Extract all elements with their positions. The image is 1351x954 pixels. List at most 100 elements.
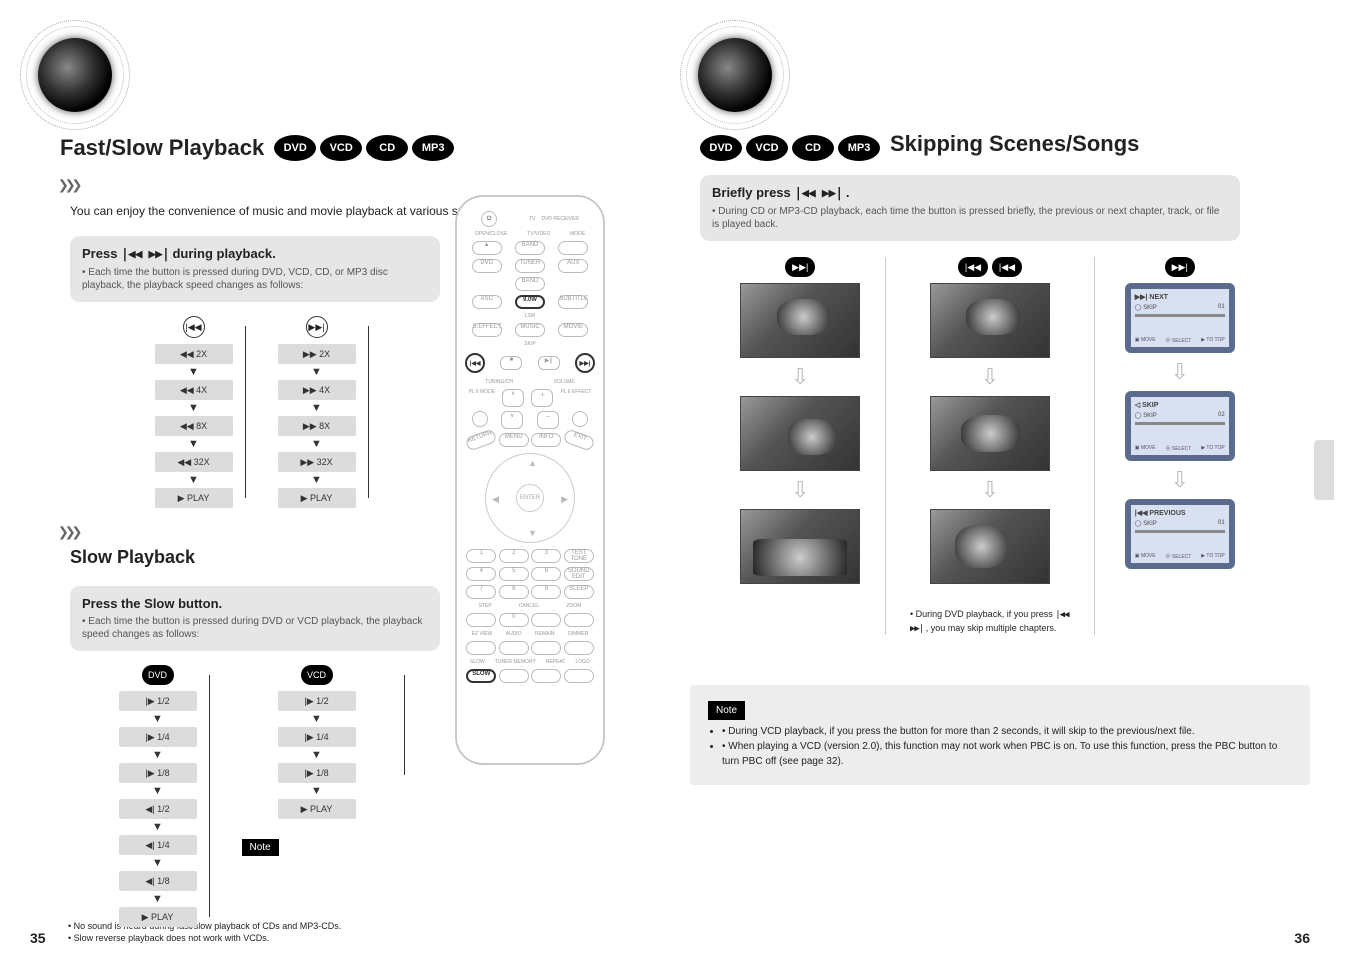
info-button[interactable]: INFO bbox=[531, 433, 561, 447]
mp3-foot: ▶ TO TOP bbox=[1201, 553, 1224, 560]
pl2-effect-button[interactable] bbox=[572, 411, 588, 427]
return-button[interactable]: RETURN bbox=[465, 428, 498, 451]
step-button[interactable] bbox=[466, 613, 496, 627]
slow-button[interactable]: SLOW bbox=[466, 669, 496, 683]
pl2-mode-button[interactable] bbox=[472, 411, 488, 427]
num-5[interactable]: 5 bbox=[499, 567, 529, 581]
state: |▶ 1/4 bbox=[278, 727, 356, 747]
volume-label: VOLUME bbox=[554, 379, 575, 385]
ezview-button[interactable] bbox=[466, 641, 496, 655]
divider bbox=[1094, 257, 1095, 635]
right-note-box: Note • During VCD playback, if you press… bbox=[690, 685, 1310, 785]
playpause-button[interactable]: ▶|| bbox=[538, 356, 560, 370]
desc2-prefix: • During DVD playback, if you press bbox=[910, 609, 1053, 619]
state: ◀◀ 32X bbox=[155, 452, 233, 472]
audio-button[interactable] bbox=[499, 641, 529, 655]
num-2[interactable]: 2 bbox=[499, 549, 529, 563]
mp3-foot: ▣ MOVE bbox=[1135, 553, 1156, 560]
tv-mode-label: TV bbox=[529, 216, 535, 222]
skip-prev-button[interactable]: |◀◀ bbox=[465, 353, 485, 373]
seffect-button[interactable]: S.EFFECT bbox=[472, 323, 502, 337]
rew-icon: |◀◀ bbox=[958, 257, 988, 277]
dpad[interactable]: ENTER ▲ ▼ ◀ ▶ bbox=[485, 453, 575, 543]
skip-section: Briefly press |◀◀ ▶▶| . • During CD or M… bbox=[700, 175, 1240, 635]
note-tag: Note bbox=[242, 839, 279, 856]
page-title: Skipping Scenes/Songs bbox=[890, 131, 1330, 157]
asc-button[interactable]: ASC bbox=[472, 295, 502, 309]
movie-button[interactable]: MOVIE bbox=[558, 323, 588, 337]
testtone-button[interactable]: TEST TONE bbox=[564, 549, 594, 563]
state: ◀◀ 4X bbox=[155, 380, 233, 400]
note-line: • When playing a VCD (version 2.0), this… bbox=[722, 739, 1292, 769]
forward-icon: ▶▶| bbox=[306, 316, 328, 338]
slow-vcd-col: VCD |▶ 1/2▼ |▶ 1/4▼ |▶ 1/8▼ ▶ PLAY Note bbox=[242, 665, 392, 927]
state: ◀| 1/4 bbox=[119, 835, 197, 855]
slow-desc: • Each time the button is pressed during… bbox=[82, 615, 428, 641]
sdsp-button[interactable]: 9.0W bbox=[515, 295, 545, 309]
ezview-label: EZ VIEW bbox=[472, 631, 493, 637]
ch-down-button[interactable]: ∨ bbox=[501, 411, 523, 429]
heading-suffix: . bbox=[846, 185, 850, 200]
state: |▶ 1/2 bbox=[119, 691, 197, 711]
power-icon[interactable]: ⏻ bbox=[481, 211, 497, 227]
state: ▶▶ 8X bbox=[278, 416, 356, 436]
down-arrow-icon: ⇩ bbox=[981, 477, 999, 503]
tuner-memory-button[interactable] bbox=[499, 669, 529, 683]
tvvideo-button[interactable]: BAND bbox=[515, 241, 545, 255]
dvd-button[interactable]: DVD bbox=[472, 259, 502, 273]
remain-button[interactable] bbox=[531, 641, 561, 655]
music-button[interactable]: MUSIC bbox=[515, 323, 545, 337]
skip-columns: ▶▶| ⇩ ⇩ |◀◀ |◀◀ ⇩ ⇩ • During DVD bbox=[740, 257, 1240, 635]
dimmer-button[interactable] bbox=[564, 641, 594, 655]
logo-button[interactable] bbox=[564, 669, 594, 683]
repeat-button[interactable] bbox=[531, 669, 561, 683]
slow-step: Press the Slow button. bbox=[82, 596, 428, 611]
menu-button[interactable]: MENU bbox=[499, 433, 529, 447]
dvd-mode-label: DVD RECEIVER bbox=[541, 216, 579, 222]
speaker-decoration bbox=[20, 20, 130, 130]
note-tag: Note bbox=[708, 701, 745, 720]
eject-button[interactable]: ▲ bbox=[472, 241, 502, 255]
state: ◀| 1/2 bbox=[119, 799, 197, 819]
subtitle-button[interactable]: SUBTITLE bbox=[558, 295, 588, 309]
sleep-button[interactable]: SLEEP bbox=[564, 585, 594, 599]
soundedit-button[interactable]: SOUND EDIT bbox=[564, 567, 594, 581]
exit-button[interactable]: EXIT bbox=[562, 428, 595, 451]
stop-button[interactable]: ■ bbox=[500, 356, 522, 370]
num-8[interactable]: 8 bbox=[499, 585, 529, 599]
aux-button[interactable]: AUX bbox=[558, 259, 588, 273]
num-9[interactable]: 9 bbox=[531, 585, 561, 599]
num-1[interactable]: 1 bbox=[466, 549, 496, 563]
thumbnail bbox=[930, 509, 1050, 584]
vol-up-button[interactable]: ＋ bbox=[531, 389, 553, 407]
num-7[interactable]: 7 bbox=[466, 585, 496, 599]
lsm-label: LSM bbox=[525, 313, 535, 319]
num-4[interactable]: 4 bbox=[466, 567, 496, 581]
num-0[interactable]: 0 bbox=[499, 613, 529, 627]
band-button[interactable]: BAND bbox=[515, 277, 545, 291]
skip-next-button[interactable]: ▶▶| bbox=[575, 353, 595, 373]
state: ▶▶ 2X bbox=[278, 344, 356, 364]
zoom-button[interactable] bbox=[564, 613, 594, 627]
vol-down-button[interactable]: － bbox=[537, 411, 559, 429]
ch-up-button[interactable]: ∧ bbox=[502, 389, 524, 407]
skip-label: SKIP bbox=[524, 341, 535, 347]
label: OPEN/CLOSE bbox=[475, 231, 508, 237]
badge-cd: CD bbox=[366, 135, 408, 161]
chevrons-decoration: ❯❯❯ bbox=[58, 175, 670, 196]
cancel-button[interactable] bbox=[531, 613, 561, 627]
fast-fwd-col: ▶▶| ▶▶ 2X▼ ▶▶ 4X▼ ▶▶ 8X▼ ▶▶ 32X▼ ▶ PLAY bbox=[278, 316, 356, 508]
down-arrow-icon: ⇩ bbox=[1171, 467, 1189, 493]
page-title: Fast/Slow Playback bbox=[60, 135, 264, 161]
num-3[interactable]: 3 bbox=[531, 549, 561, 563]
enter-button[interactable]: ENTER bbox=[516, 484, 544, 512]
num-6[interactable]: 6 bbox=[531, 567, 561, 581]
state: |▶ 1/8 bbox=[278, 763, 356, 783]
mode-button[interactable] bbox=[558, 241, 588, 255]
fast-header: Press |◀◀ ▶▶| during playback. • Each ti… bbox=[70, 236, 440, 302]
tuner-button[interactable]: TUNER bbox=[515, 259, 545, 273]
label: TV/VIDEO bbox=[527, 231, 550, 237]
mp3-foot: ▶ TO TOP bbox=[1201, 337, 1224, 344]
state: ▶▶ 4X bbox=[278, 380, 356, 400]
mp3-foot: ▣ MOVE bbox=[1135, 337, 1156, 344]
